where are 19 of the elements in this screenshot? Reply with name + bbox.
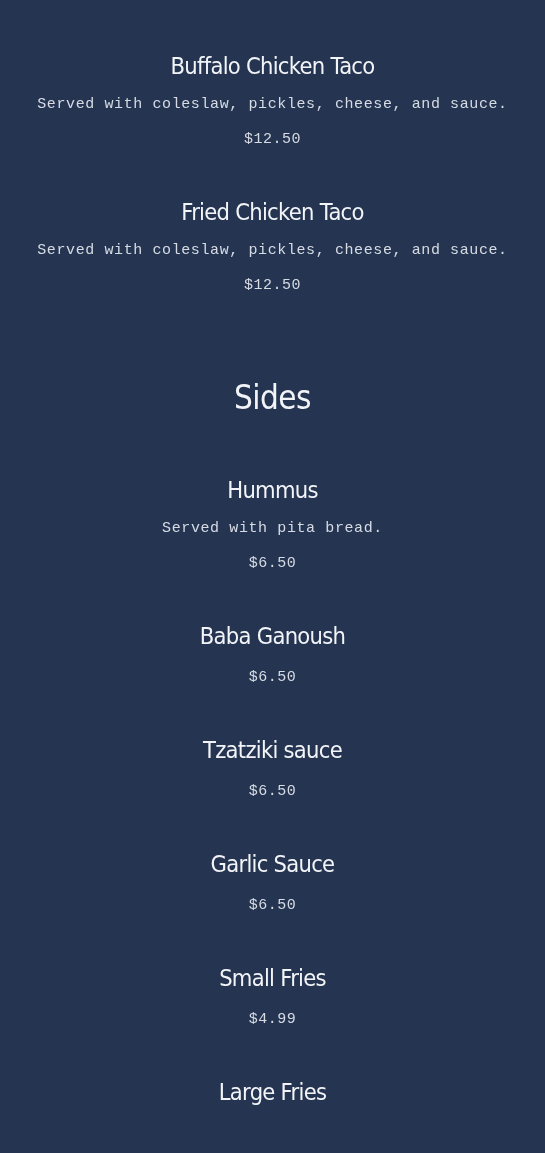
item-description: Served with coleslaw, pickles, cheese, and sauce.: [36, 95, 509, 115]
item-price: $6.50: [247, 782, 298, 802]
item-name: Tzatziki sauce: [202, 736, 343, 765]
item-name: Large Fries: [217, 1078, 328, 1107]
item-name: Baba Ganoush: [198, 622, 347, 651]
item-price: $12.50: [243, 276, 302, 296]
item-name: Buffalo Chicken Taco: [169, 52, 376, 81]
item-description: Served with coleslaw, pickles, cheese, and sauce.: [36, 241, 509, 261]
section-heading: Sides: [232, 377, 313, 419]
item-price: $12.50: [243, 130, 302, 150]
item-price: $6.50: [247, 554, 298, 574]
item-price: $6.50: [247, 896, 298, 916]
item-name: Small Fries: [218, 964, 327, 993]
item-name: Hummus: [226, 476, 319, 505]
item-price: $6.50: [247, 668, 298, 688]
item-price: $4.99: [247, 1010, 298, 1030]
item-name: Garlic Sauce: [209, 850, 336, 879]
item-name: Fried Chicken Taco: [180, 198, 365, 227]
item-description: Served with pita bread.: [161, 519, 384, 539]
